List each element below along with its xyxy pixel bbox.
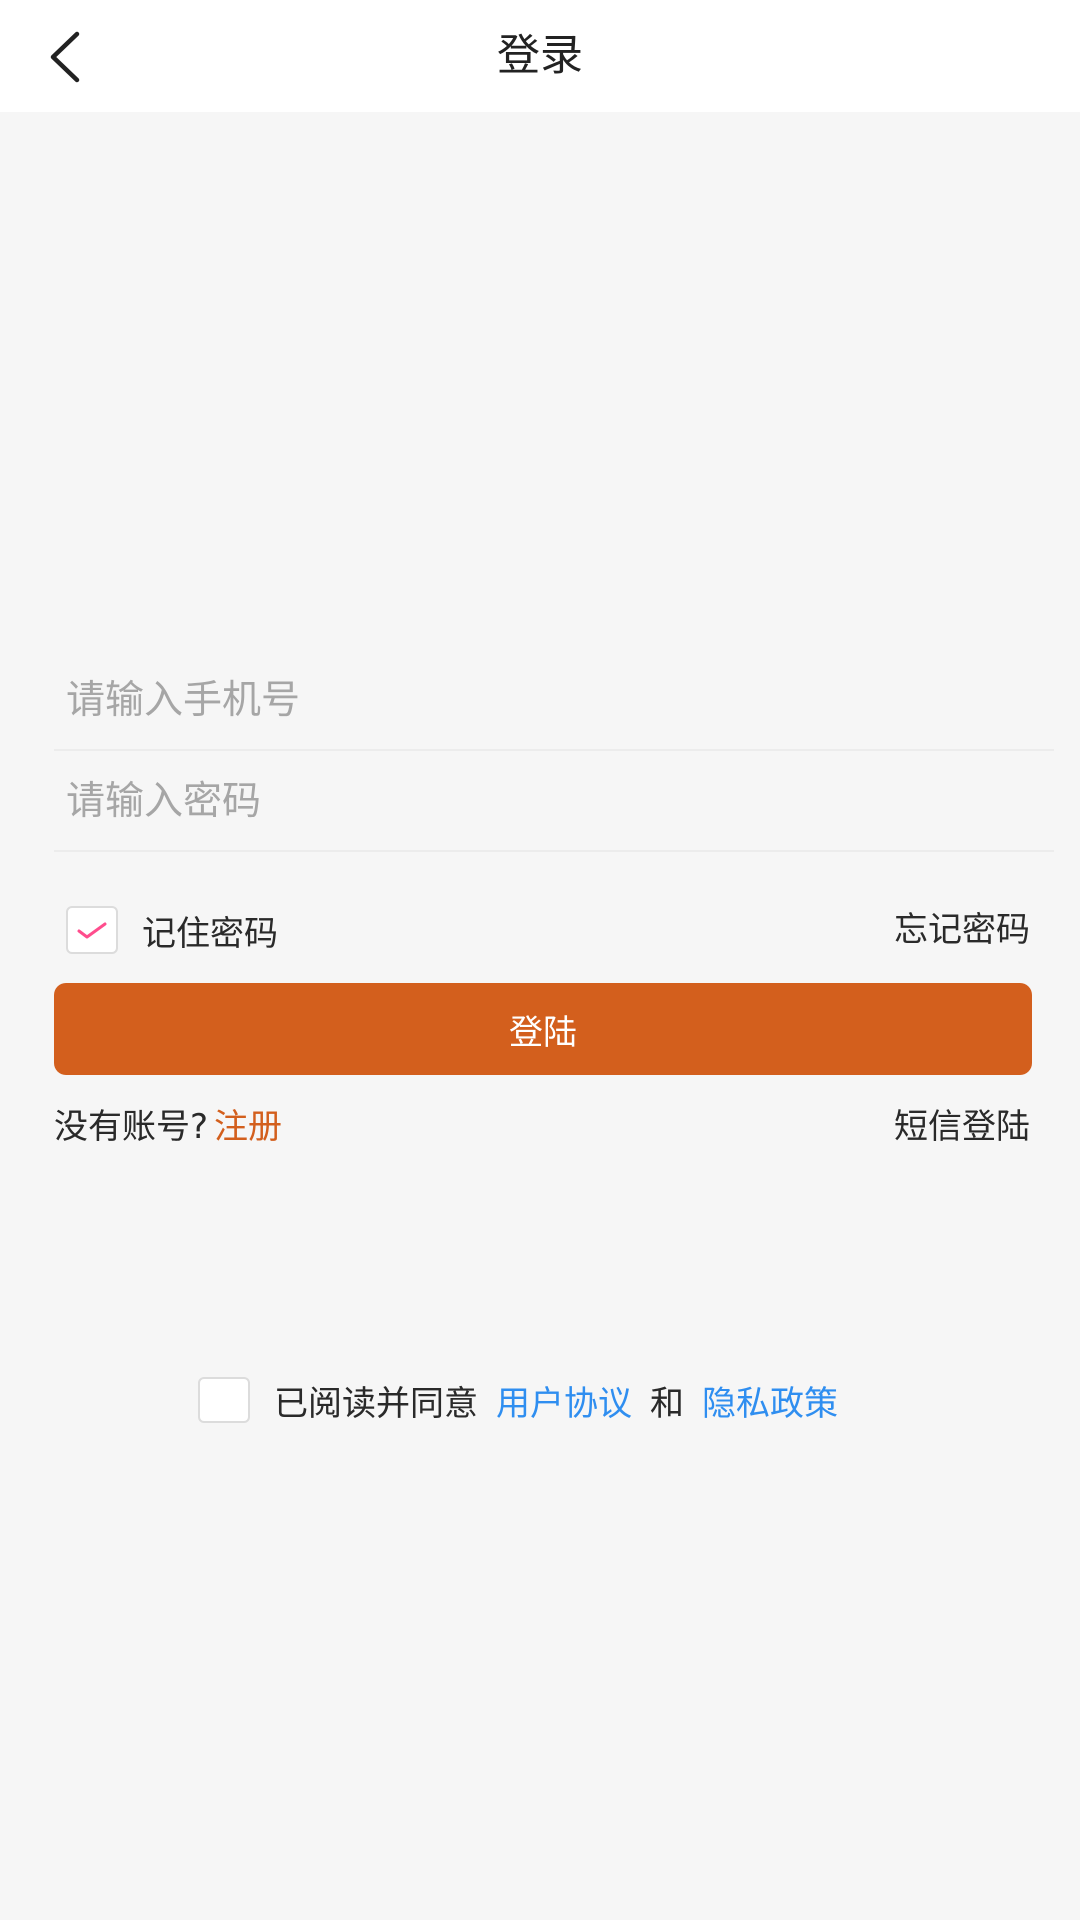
remember-checkbox[interactable] — [66, 906, 118, 954]
page-title: 登录 — [497, 31, 583, 81]
remember-label: 记住密码 — [142, 913, 278, 954]
password-field — [54, 752, 1054, 852]
chevron-left-icon — [50, 31, 80, 83]
forgot-password-link[interactable]: 忘记密码 — [894, 900, 1030, 960]
agreement-checkbox[interactable] — [198, 1377, 250, 1423]
agreement-row: 已阅读并同意 用户协议 和 隐私政策 — [198, 1370, 838, 1430]
privacy-policy-link[interactable]: 隐私政策 — [702, 1376, 838, 1425]
check-icon — [77, 922, 107, 939]
login-button[interactable]: 登陆 — [54, 983, 1032, 1075]
no-account-label: 没有账号? — [54, 1107, 209, 1147]
phone-field — [54, 651, 1054, 751]
register-link[interactable]: 注册 — [214, 1107, 282, 1147]
agreement-prefix: 已阅读并同意 — [274, 1383, 478, 1424]
agreement-and-text: 和 — [650, 1383, 684, 1424]
back-button[interactable] — [30, 22, 100, 92]
header-bar: 登录 — [0, 0, 1080, 112]
phone-input[interactable] — [54, 651, 1054, 749]
register-row: 没有账号? 注册 — [54, 1100, 282, 1154]
remember-password-toggle[interactable]: 记住密码 — [66, 900, 278, 960]
login-screen: 登录 记住密码 忘记密码 登陆 没有账号?注册 短信登陆 已阅读并同意 用户协议… — [0, 0, 1080, 1920]
password-input[interactable] — [54, 752, 1054, 850]
sms-login-link[interactable]: 短信登陆 — [894, 1100, 1030, 1154]
user-agreement-link[interactable]: 用户协议 — [496, 1376, 632, 1425]
